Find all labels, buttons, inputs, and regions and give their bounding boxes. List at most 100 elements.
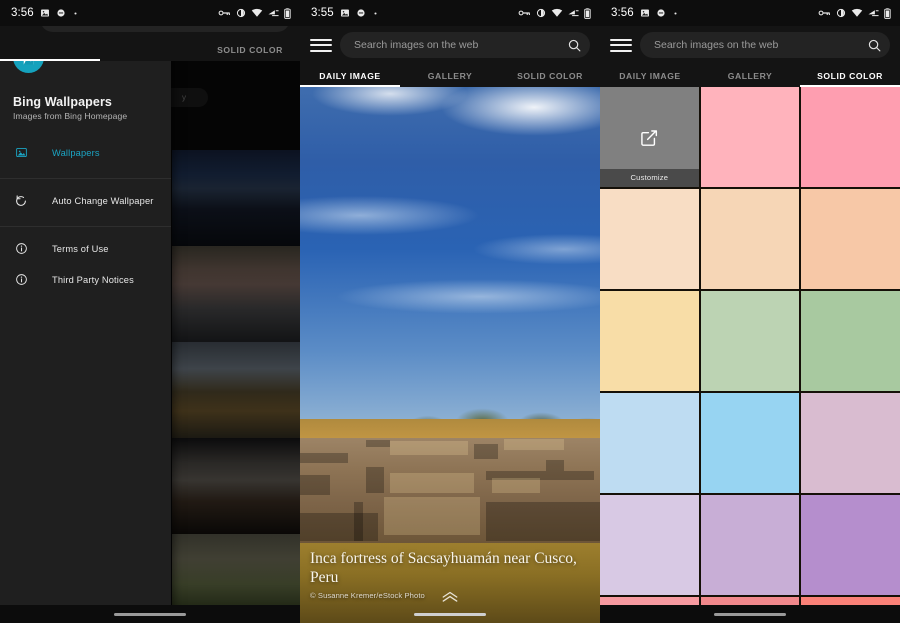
status-right (518, 7, 591, 19)
search-placeholder: Search images on the web (654, 39, 779, 51)
gesture-nav-bar (300, 605, 600, 623)
mute-icon (357, 9, 365, 17)
drawer-section-settings: Auto Change Wallpaper (0, 179, 171, 227)
status-time: 3:56 (611, 7, 634, 19)
info-icon (11, 242, 31, 255)
gesture-nav-pill[interactable] (114, 612, 186, 616)
solid-color-tile[interactable] (801, 189, 900, 289)
tab-bar: DAILY IMAGE GALLERY SOLID COLOR (600, 64, 900, 87)
brightness-icon (236, 8, 246, 18)
status-left: 3:56 (611, 7, 679, 19)
app-bar: Search images on the web (300, 26, 600, 64)
app-subtitle: Images from Bing Homepage (13, 111, 128, 121)
image-icon (40, 9, 49, 17)
signal-icon (568, 10, 579, 17)
status-right (818, 7, 891, 19)
status-time: 3:55 (311, 7, 334, 19)
drawer-item-third-party-notices[interactable]: Third Party Notices (0, 264, 171, 295)
sky-region (300, 87, 600, 425)
solid-color-tile[interactable] (600, 495, 699, 595)
solid-color-tile[interactable] (801, 291, 900, 391)
chevron-up-icon[interactable] (441, 591, 459, 603)
panel-daily-image: 3:55 Search images on the web DAILY IMAG… (300, 0, 600, 623)
three-panel-screenshot: b SOLID COLOR y (0, 0, 900, 623)
status-right (218, 7, 291, 19)
solid-color-tile[interactable] (700, 87, 800, 187)
status-bar: 3:56 (0, 0, 300, 26)
solid-color-tile[interactable] (700, 393, 800, 493)
solid-color-tile[interactable] (700, 291, 800, 391)
backdrop-tab-solid-color[interactable]: SOLID COLOR (200, 38, 300, 61)
tab-daily-image[interactable]: DAILY IMAGE (600, 64, 700, 87)
backdrop-tab-0[interactable] (0, 38, 100, 61)
search-icon[interactable] (867, 38, 882, 53)
daily-wallpaper-image[interactable]: Inca fortress of Sacsayhuamán near Cusco… (300, 87, 600, 623)
drawer-section-primary: Wallpapers (0, 131, 171, 179)
brightness-icon (836, 8, 846, 18)
tab-bar: DAILY IMAGE GALLERY SOLID COLOR (300, 64, 600, 87)
status-left: 3:56 (11, 7, 79, 19)
vpn-key-icon (518, 10, 530, 16)
image-icon (340, 9, 349, 17)
solid-color-tile[interactable] (600, 291, 699, 391)
vpn-key-icon (818, 10, 830, 16)
search-input[interactable]: Search images on the web (640, 32, 890, 58)
image-icon (11, 146, 31, 159)
edit-square-icon (639, 128, 659, 153)
wifi-icon (851, 8, 863, 17)
customize-color-tile[interactable]: Customize (600, 87, 699, 187)
status-bar: 3:56 (600, 0, 900, 26)
hamburger-icon[interactable] (310, 34, 332, 56)
drawer-item-label: Auto Change Wallpaper (52, 195, 154, 206)
solid-color-tile[interactable] (700, 189, 800, 289)
search-icon[interactable] (567, 38, 582, 53)
solid-color-tile[interactable] (801, 495, 900, 595)
brightness-icon (536, 8, 546, 18)
hamburger-icon[interactable] (610, 34, 632, 56)
app-bar: Search images on the web (600, 26, 900, 64)
battery-icon (284, 7, 291, 19)
refresh-icon (11, 194, 31, 208)
drawer-item-label: Terms of Use (52, 243, 109, 254)
drawer-section-legal: Terms of Use Third Party Notices (0, 227, 171, 305)
gesture-nav-bar (0, 605, 300, 623)
expand-details-button[interactable] (300, 591, 600, 603)
image-icon (640, 9, 649, 17)
gesture-nav-pill[interactable] (414, 612, 486, 616)
dot-icon (74, 11, 77, 15)
solid-color-tile[interactable] (600, 189, 699, 289)
solid-color-grid: Customize (600, 87, 900, 623)
dot-icon (674, 11, 677, 15)
solid-color-tile[interactable] (801, 393, 900, 493)
vpn-key-icon (218, 10, 230, 16)
battery-icon (884, 7, 891, 19)
wifi-icon (551, 8, 563, 17)
drawer-item-auto-change-wallpaper[interactable]: Auto Change Wallpaper (0, 185, 171, 216)
drawer-item-terms-of-use[interactable]: Terms of Use (0, 233, 171, 264)
tab-solid-color[interactable]: SOLID COLOR (500, 64, 600, 87)
solid-color-tile[interactable] (801, 87, 900, 187)
tab-gallery[interactable]: GALLERY (400, 64, 500, 87)
gesture-nav-bar (600, 605, 900, 623)
drawer-item-label: Third Party Notices (52, 274, 134, 285)
drawer-item-wallpapers[interactable]: Wallpapers (0, 137, 171, 168)
solid-color-tile[interactable] (700, 495, 800, 595)
app-title: Bing Wallpapers (13, 95, 112, 109)
mute-icon (657, 9, 665, 17)
tab-gallery[interactable]: GALLERY (700, 64, 800, 87)
navigation-drawer: Bing Wallpapers Images from Bing Homepag… (0, 26, 171, 623)
search-input[interactable]: Search images on the web (340, 32, 590, 58)
tab-solid-color[interactable]: SOLID COLOR (800, 64, 900, 87)
caption-title: Inca fortress of Sacsayhuamán near Cusco… (310, 550, 577, 586)
gesture-nav-pill[interactable] (714, 612, 786, 616)
tab-daily-image[interactable]: DAILY IMAGE (300, 64, 400, 87)
inca-stone-wall (300, 438, 600, 548)
status-left: 3:55 (311, 7, 379, 19)
backdrop-tab-1[interactable] (100, 38, 200, 61)
customize-label: Customize (600, 169, 699, 187)
status-bar: 3:55 (300, 0, 600, 26)
solid-color-tile[interactable] (600, 393, 699, 493)
wifi-icon (251, 8, 263, 17)
panel-drawer: b SOLID COLOR y (0, 0, 300, 623)
drawer-item-label: Wallpapers (52, 147, 100, 158)
